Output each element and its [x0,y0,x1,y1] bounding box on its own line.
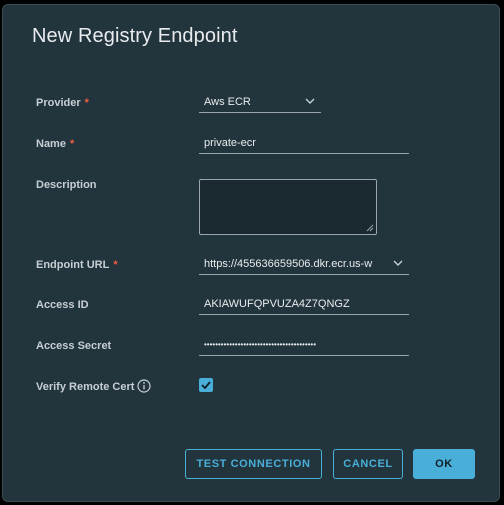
name-label: Name * [36,138,74,150]
checkmark-icon [201,381,211,389]
required-marker: * [84,97,89,109]
dialog-title: New Registry Endpoint [32,25,238,47]
access-secret-input[interactable]: •••••••••••••••••••••••••••••••••••••••• [199,334,409,356]
provider-label: Provider * [36,97,89,109]
provider-label-text: Provider [36,97,81,109]
new-registry-endpoint-dialog: New Registry Endpoint Provider * Aws ECR … [2,4,500,502]
access-secret-label: Access Secret [36,340,111,352]
description-label-text: Description [36,179,97,191]
verify-remote-cert-label-text: Verify Remote Cert [36,381,135,393]
cancel-button[interactable]: CANCEL [333,449,403,479]
access-id-label: Access ID [36,299,89,311]
name-input[interactable]: private-ecr [199,132,409,154]
required-marker: * [69,138,75,150]
required-marker: * [113,259,118,271]
name-input-value: private-ecr [204,137,256,149]
access-id-input[interactable]: AKIAWUFQPVUZA4Z7QNGZ [199,293,409,315]
name-label-text: Name [36,138,66,150]
access-secret-label-text: Access Secret [36,340,112,352]
endpoint-url-select[interactable]: https://455636659506.dkr.ecr.us-w [199,253,409,275]
provider-select-value: Aws ECR [204,96,251,108]
chevron-down-icon [393,260,403,267]
verify-remote-cert-label: Verify Remote Cert [36,379,152,393]
description-textarea[interactable] [199,179,377,235]
provider-select[interactable]: Aws ECR [199,91,321,113]
info-icon[interactable] [137,379,152,393]
description-label: Description [36,179,97,191]
test-connection-button[interactable]: TEST CONNECTION [185,449,322,479]
access-secret-value: •••••••••••••••••••••••••••••••••••••••• [204,340,317,349]
endpoint-url-label: Endpoint URL * [36,259,118,271]
access-id-label-text: Access ID [36,299,89,311]
endpoint-url-label-text: Endpoint URL [36,259,110,271]
chevron-down-icon [305,98,315,104]
ok-button[interactable]: OK [413,449,475,479]
endpoint-url-value: https://455636659506.dkr.ecr.us-w [204,258,373,270]
resize-grip-icon[interactable] [366,224,374,232]
verify-remote-cert-checkbox[interactable] [199,378,213,392]
access-id-value: AKIAWUFQPVUZA4Z7QNGZ [204,298,350,310]
